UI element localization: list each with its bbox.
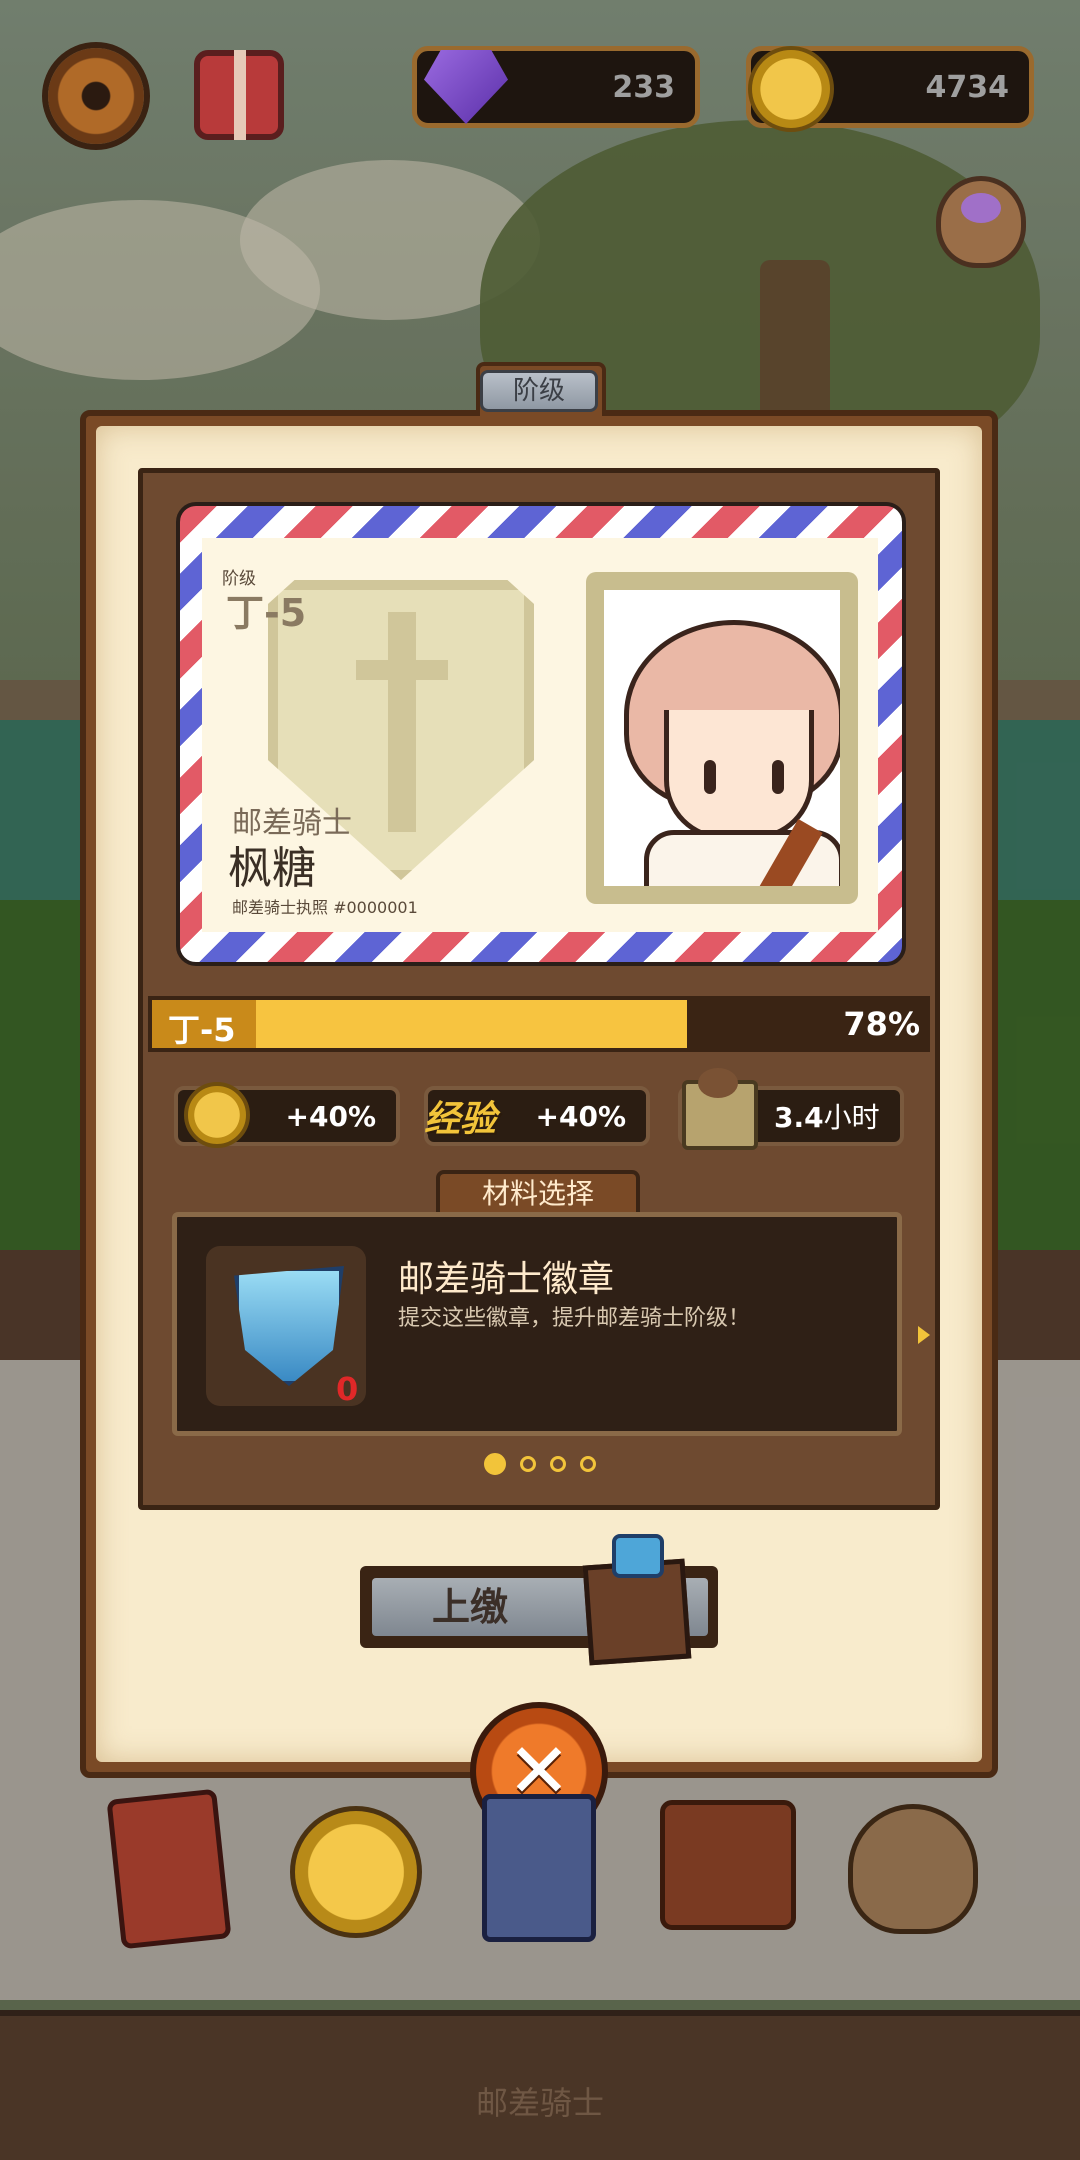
progress-percent: 78% [843, 1005, 920, 1043]
portrait-eye [704, 760, 716, 794]
exp-badge: 经验 [424, 1099, 497, 1140]
modal-title: 阶级 [480, 370, 598, 412]
coin-count: 4734 [925, 69, 1010, 105]
book-icon[interactable] [106, 1788, 232, 1950]
gold-coin-icon [748, 46, 834, 132]
coin-bonus-value: +40% [285, 1099, 376, 1133]
delivery-time-value: 3.4小时 [774, 1096, 880, 1136]
rank-value: 丁-5 [226, 591, 307, 635]
emblem-sword-guard [356, 660, 448, 680]
loot-bag-icon[interactable] [936, 176, 1026, 268]
bottom-title: 邮差骑士 [475, 2084, 604, 2122]
loot-bag-icon[interactable] [848, 1804, 978, 1934]
gift-icon[interactable] [194, 50, 284, 140]
star-medal-icon[interactable] [290, 1806, 422, 1938]
satchel-icon[interactable] [660, 1800, 796, 1930]
material-title: 邮差骑士徽章 [398, 1259, 615, 1300]
delivery-time-unit: 小时 [823, 1101, 880, 1134]
page-dot[interactable] [484, 1453, 506, 1475]
material-count: 0 [336, 1370, 359, 1408]
exp-bonus-value: +40% [535, 1099, 626, 1133]
next-material-arrow-icon[interactable] [918, 1326, 930, 1344]
material-page-indicator [484, 1453, 596, 1475]
license-number: 邮差骑士执照 #0000001 [232, 898, 418, 917]
emblem-sword [388, 612, 416, 832]
progress-fill [256, 1000, 687, 1048]
crate-icon [682, 1068, 758, 1150]
delivery-time-number: 3.4 [774, 1101, 824, 1134]
page-dot[interactable] [550, 1456, 566, 1472]
card-deck-icon[interactable] [482, 1794, 596, 1942]
gem-count: 233 [612, 69, 675, 105]
badge-in-box-icon [612, 1534, 664, 1578]
gold-coin-icon [184, 1082, 250, 1148]
portrait-face [664, 710, 814, 840]
material-description: 提交这些徽章，提升邮差骑士阶级！ [398, 1306, 751, 1331]
page-dot[interactable] [520, 1456, 536, 1472]
page-dot[interactable] [580, 1456, 596, 1472]
progress-rank-label: 丁-5 [168, 1011, 236, 1049]
portrait-eye [772, 760, 784, 794]
gear-icon[interactable] [48, 48, 144, 144]
material-select-tab: 材料选择 [436, 1170, 640, 1214]
character-portrait-icon [604, 590, 840, 886]
character-name: 枫糖 [228, 843, 316, 894]
